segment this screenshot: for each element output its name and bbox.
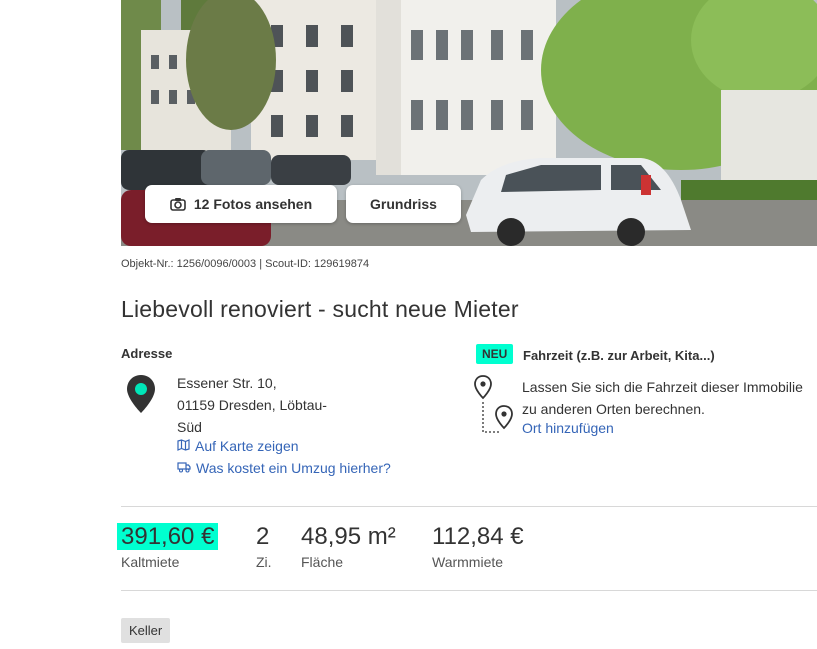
feature-tag: Keller xyxy=(121,618,171,643)
add-location-link[interactable]: Ort hinzufügen xyxy=(522,420,614,436)
truck-icon xyxy=(177,460,191,476)
travel-time-heading: Fahrzeit (z.B. zur Arbeit, Kita...) xyxy=(523,348,715,363)
camera-icon xyxy=(170,197,186,211)
address-street: Essener Str. 10, xyxy=(177,375,277,391)
address-city: 01159 Dresden, Löbtau-Süd xyxy=(177,397,327,435)
new-badge: NEU xyxy=(476,344,514,364)
map-pin-icon xyxy=(127,375,155,418)
floorplan-button[interactable]: Grundriss xyxy=(346,185,461,223)
show-on-map-link[interactable]: Auf Karte zeigen xyxy=(177,438,299,454)
moving-cost-label: Was kostet ein Umzug hierher? xyxy=(196,460,391,476)
view-photos-button[interactable]: 12 Fotos ansehen xyxy=(145,185,337,223)
address-text: Essener Str. 10, 01159 Dresden, Löbtau-S… xyxy=(177,372,347,438)
metric-label: Warmmiete xyxy=(432,554,504,570)
metric-label: Fläche xyxy=(301,554,344,570)
show-on-map-label: Auf Karte zeigen xyxy=(195,438,299,454)
travel-time-text: Lassen Sie sich die Fahrzeit dieser Immo… xyxy=(522,379,803,417)
metric-rooms: 2 Zi. xyxy=(256,522,272,570)
divider xyxy=(121,590,817,591)
address-heading: Adresse xyxy=(121,346,173,361)
divider xyxy=(121,506,817,507)
metric-value: 391,60 € xyxy=(117,523,219,550)
listing-photo[interactable]: 12 Fotos ansehen Grundriss xyxy=(121,0,817,246)
route-pins-icon xyxy=(472,374,516,441)
listing-ids: Objekt-Nr.: 1256/0096/0003 | Scout-ID: 1… xyxy=(121,258,370,270)
floorplan-label: Grundriss xyxy=(370,196,437,212)
map-icon xyxy=(177,438,190,454)
metric-value: 2 xyxy=(256,523,270,550)
moving-cost-link[interactable]: Was kostet ein Umzug hierher? xyxy=(177,460,391,476)
metric-value: 112,84 € xyxy=(432,523,524,550)
metric-area: 48,95 m² Fläche xyxy=(301,522,396,570)
view-photos-label: 12 Fotos ansehen xyxy=(193,196,313,212)
metric-label: Zi. xyxy=(256,554,272,570)
metric-cold-rent: 391,60 € Kaltmiete xyxy=(117,522,219,570)
metric-label: Kaltmiete xyxy=(121,554,180,570)
metric-warm-rent: 112,84 € Warmmiete xyxy=(432,522,524,570)
metric-value: 48,95 m² xyxy=(301,523,396,550)
listing-title: Liebevoll renoviert - sucht neue Mieter xyxy=(121,296,519,322)
